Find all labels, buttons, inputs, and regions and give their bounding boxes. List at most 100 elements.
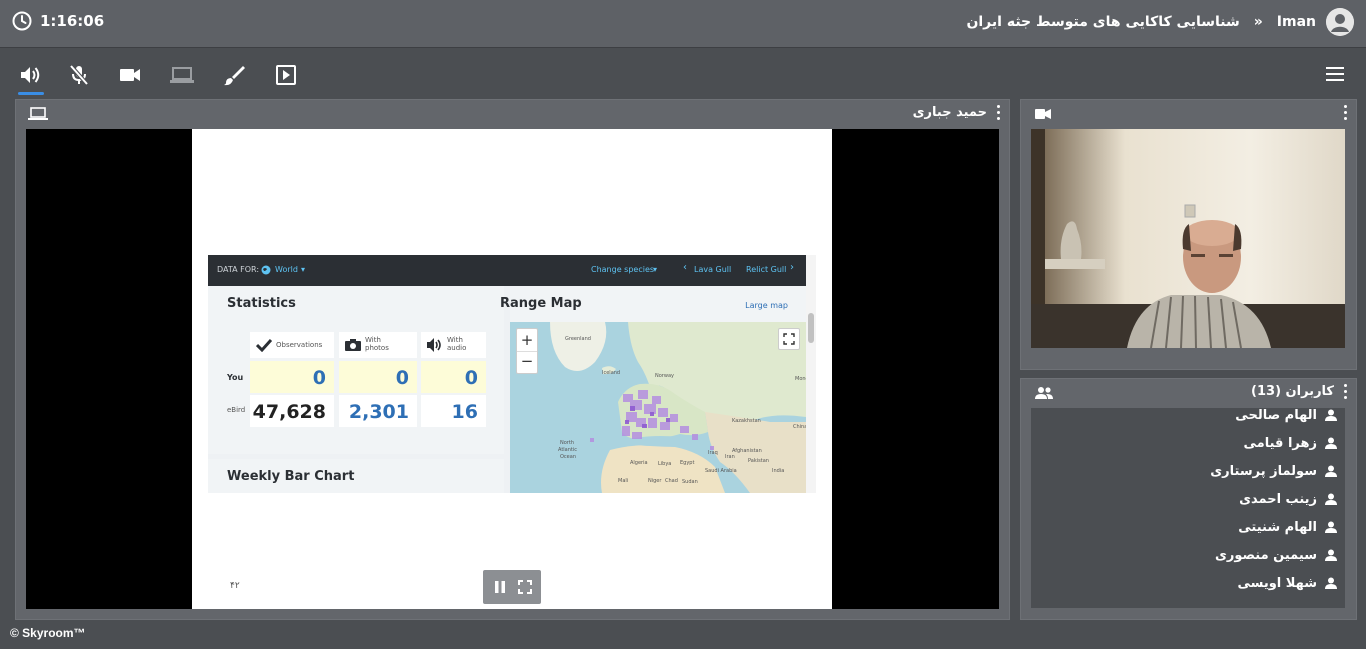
observations-header: Observations	[250, 332, 334, 358]
ebird-screenshot: DATA FOR: World ▾ Change species ▾ ‹ Lav…	[208, 255, 816, 493]
row-label-ebird: eBird	[227, 406, 246, 414]
map-label-iran: Iran	[725, 454, 735, 460]
main-panel-options-icon[interactable]	[997, 105, 1001, 121]
fullscreen-icon	[783, 333, 795, 345]
user-name-label: الهام صالحی	[1235, 408, 1317, 423]
globe-icon	[261, 265, 271, 275]
map-label-greenland: Greenland	[565, 336, 591, 342]
prev-chevron-icon: ‹	[683, 262, 687, 273]
user-name-label: سولماز پرستاری	[1210, 463, 1317, 479]
main-share-panel: حمید جباری DATA FOR: World ▾ Change spec…	[15, 99, 1010, 620]
map-label-china: China	[793, 424, 806, 430]
presenter-name: حمید جباری	[912, 105, 987, 120]
statistics-section: Statistics Observations With photos With…	[208, 286, 504, 454]
top-bar: 1:16:06 شناسایی کاکایی های متوسط جثه ایر…	[0, 0, 1366, 48]
map-label-afghanistan: Afghanistan	[732, 448, 762, 454]
shared-screen: DATA FOR: World ▾ Change species ▾ ‹ Lav…	[26, 129, 999, 609]
next-species-link[interactable]: Relict Gull	[746, 265, 786, 274]
users-panel-options-icon[interactable]	[1344, 384, 1348, 400]
brush-icon	[224, 66, 245, 86]
world-map-graphic: Greenland Iceland Norway Kazakhstan Mong…	[510, 322, 806, 493]
video-camera-icon	[1035, 109, 1051, 119]
whiteboard-button[interactable]	[221, 62, 247, 88]
zoom-out-icon[interactable]: −	[517, 351, 537, 374]
hamburger-menu-icon	[1326, 67, 1344, 81]
users-panel-title: کاربران (13)	[1251, 384, 1334, 399]
large-map-link[interactable]: Large map	[745, 301, 788, 310]
slide-controls	[483, 570, 541, 604]
range-map-header: Range Map Large map	[500, 286, 806, 322]
map-label-mali: Mali	[618, 478, 628, 484]
change-species-caret-icon: ▾	[653, 265, 658, 274]
ebird-scrollbar-thumb[interactable]	[808, 313, 814, 343]
camera-panel-options-icon[interactable]	[1344, 105, 1348, 121]
user-icon	[1325, 549, 1337, 561]
user-name-label: زینب احمدی	[1239, 491, 1317, 507]
menu-button[interactable]	[1324, 65, 1346, 85]
webcam-feed	[1031, 129, 1345, 348]
user-icon	[1325, 437, 1337, 449]
you-photos-value: 0	[395, 367, 409, 389]
user-icon	[1325, 577, 1337, 589]
map-zoom-control: + −	[516, 328, 538, 374]
map-label-chad: Chad	[665, 478, 678, 484]
ebird-scrollbar[interactable]	[806, 255, 816, 493]
user-icon	[1325, 493, 1337, 505]
media-button[interactable]	[273, 62, 299, 88]
zoom-in-icon[interactable]: +	[517, 329, 537, 351]
list-item[interactable]: سولماز پرستاری	[1210, 461, 1337, 481]
list-item[interactable]: زهرا قیامی	[1244, 433, 1337, 453]
ebird-photos-value: 2,301	[348, 401, 409, 423]
user-avatar-icon	[1326, 8, 1354, 36]
map-label-sudan: Sudan	[682, 479, 698, 485]
map-label-iraq: Iraq	[708, 450, 718, 456]
list-item[interactable]: زینب احمدی	[1239, 489, 1337, 509]
avatar[interactable]	[1326, 8, 1354, 36]
screen-share-button[interactable]	[169, 62, 195, 88]
expand-icon[interactable]	[517, 579, 533, 595]
prev-species-link[interactable]: Lava Gull	[694, 265, 731, 274]
map-fullscreen-button[interactable]	[778, 328, 800, 350]
statistics-title: Statistics	[227, 296, 296, 311]
users-list: الهام صالحی زهرا قیامی سولماز پرستاری زی…	[1031, 408, 1345, 608]
camera-button[interactable]	[117, 62, 143, 88]
map-label-pakistan: Pakistan	[748, 458, 769, 464]
ebird-observations-cell: 47,628	[250, 395, 334, 427]
list-item[interactable]: الهام صالحی	[1235, 408, 1337, 425]
presentation-slide: DATA FOR: World ▾ Change species ▾ ‹ Lav…	[192, 129, 832, 609]
map-label-saudi: Saudi Arabia	[705, 468, 737, 474]
you-audio-value: 0	[464, 367, 478, 389]
pause-icon[interactable]	[492, 579, 508, 595]
map-label-mongolia: Mongolia	[795, 376, 806, 382]
range-map[interactable]: Greenland Iceland Norway Kazakhstan Mong…	[510, 322, 806, 493]
mic-muted-icon	[69, 64, 89, 86]
ebird-photos-cell: 2,301	[339, 395, 417, 427]
photos-label: With photos	[365, 336, 389, 352]
play-box-icon	[276, 65, 296, 85]
change-species-link[interactable]: Change species	[591, 265, 654, 274]
region-caret-icon: ▾	[301, 265, 306, 274]
microphone-button[interactable]	[66, 62, 92, 88]
data-for-label: DATA FOR:	[217, 265, 260, 274]
list-item[interactable]: شهلا اویسی	[1237, 573, 1337, 593]
map-label-india: India	[772, 468, 784, 474]
user-icon	[1325, 465, 1337, 477]
list-item[interactable]: سیمین منصوری	[1215, 545, 1337, 565]
you-observations-value: 0	[312, 367, 326, 389]
list-item[interactable]: الهام شنیتی	[1238, 517, 1337, 537]
users-group-icon	[1035, 387, 1053, 399]
audio-label: With audio	[447, 336, 467, 352]
toolbar	[0, 48, 1366, 96]
map-label-kazakhstan: Kazakhstan	[732, 418, 761, 424]
map-label-niger: Niger	[648, 478, 662, 484]
webcam-video-frame	[1031, 129, 1345, 348]
ebird-audio-cell: 16	[421, 395, 486, 427]
map-label-north-atlantic-3: Ocean	[560, 454, 576, 460]
speaker-button[interactable]	[18, 62, 44, 95]
photos-header: With photos	[339, 332, 417, 358]
user-name-label: سیمین منصوری	[1214, 547, 1317, 563]
region-select[interactable]: World	[275, 265, 298, 274]
clock-icon	[12, 11, 32, 31]
camera-panel-header	[1021, 100, 1356, 126]
slide-page-number: ۴۲	[230, 581, 240, 591]
